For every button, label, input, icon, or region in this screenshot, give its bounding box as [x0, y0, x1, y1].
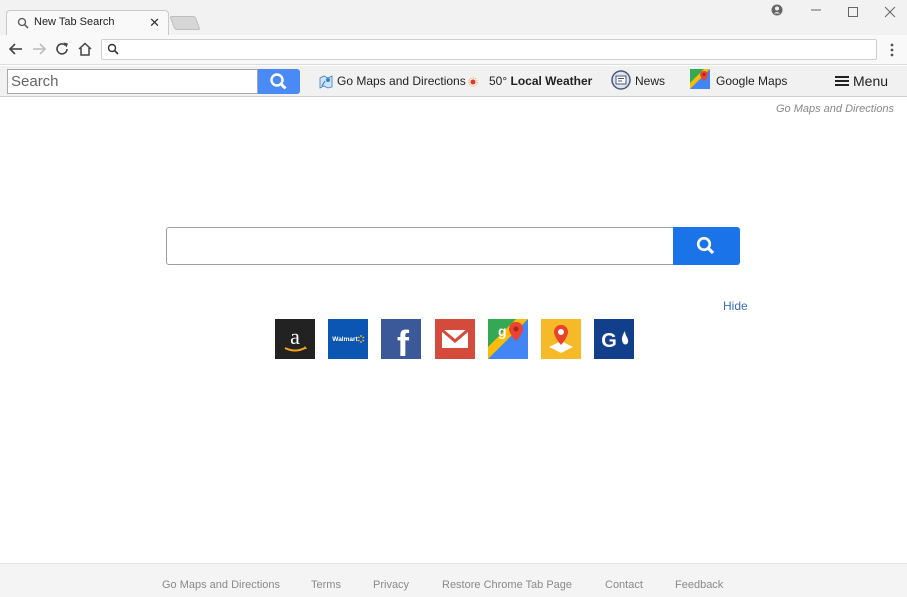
search-icon — [270, 73, 287, 90]
gmail-icon — [441, 328, 469, 348]
back-icon[interactable] — [7, 40, 25, 58]
browser-navbar — [0, 35, 907, 65]
directions-icon — [549, 325, 573, 353]
tile-walmart[interactable]: Walmart — [328, 319, 368, 359]
search-icon — [696, 236, 715, 255]
toolbar-search-input[interactable] — [7, 69, 258, 94]
svg-text:g: g — [498, 323, 507, 339]
tile-g-app[interactable]: G — [594, 319, 634, 359]
tab-close-button[interactable]: ✕ — [149, 15, 160, 31]
maps-directions-label: Go Maps and Directions — [337, 74, 466, 88]
walmart-text: Walmart — [332, 336, 358, 343]
tab-title: New Tab Search — [34, 16, 115, 28]
browser-menu-icon[interactable] — [884, 41, 900, 59]
weather-label: Local Weather — [510, 74, 593, 88]
g-app-text: G — [601, 330, 617, 352]
facebook-icon: f — [397, 323, 410, 364]
news-icon — [611, 70, 631, 90]
main-search-input[interactable] — [166, 227, 674, 265]
footer-link-contact[interactable]: Contact — [605, 579, 643, 591]
facebook-text: f — [397, 323, 410, 359]
search-icon — [17, 17, 29, 29]
reload-icon[interactable] — [53, 40, 71, 58]
toolbar-search-button[interactable] — [258, 69, 300, 94]
footer-link-terms[interactable]: Terms — [311, 579, 341, 591]
browser-tab[interactable]: New Tab Search ✕ — [6, 10, 169, 36]
profile-icon[interactable] — [767, 2, 787, 22]
browser-titlebar: New Tab Search ✕ — [0, 0, 907, 36]
weather-icon — [468, 77, 478, 87]
minimize-icon[interactable] — [806, 0, 826, 20]
amazon-icon: a — [284, 324, 307, 352]
hide-tiles-link[interactable]: Hide — [723, 299, 748, 313]
tile-maps-directions[interactable] — [541, 319, 581, 359]
svg-text:a: a — [290, 324, 300, 349]
window-close-icon[interactable] — [880, 2, 900, 22]
new-tab-button[interactable] — [169, 16, 201, 30]
directions-map-icon — [319, 75, 333, 89]
hamburger-icon — [835, 76, 849, 87]
extension-toolbar: Go Maps and Directions 50° Local Weather… — [0, 66, 907, 97]
footer: Go Maps and Directions Terms Privacy Res… — [0, 563, 907, 597]
maximize-icon[interactable] — [843, 2, 863, 22]
g-app-icon: G — [601, 330, 629, 352]
search-icon — [107, 43, 119, 55]
footer-link-feedback[interactable]: Feedback — [675, 579, 723, 591]
toolbar-maps-directions-link[interactable]: Go Maps and Directions — [319, 74, 466, 89]
footer-link-restore-tab[interactable]: Restore Chrome Tab Page — [442, 579, 572, 591]
brand-link[interactable]: Go Maps and Directions — [776, 103, 894, 115]
google-maps-icon — [690, 69, 710, 90]
tile-google-maps[interactable]: g — [488, 319, 528, 359]
tile-amazon[interactable]: a — [275, 319, 315, 359]
google-maps-icon: g — [488, 319, 528, 359]
google-maps-label: Google Maps — [716, 74, 788, 88]
tile-gmail[interactable] — [435, 319, 475, 359]
main-search-button[interactable] — [673, 227, 740, 265]
toolbar-menu-button[interactable]: Menu — [835, 73, 888, 89]
walmart-icon: Walmart — [332, 335, 365, 343]
toolbar-news-link[interactable]: News — [611, 70, 666, 90]
menu-label: Menu — [853, 73, 889, 89]
news-label: News — [635, 74, 666, 89]
weather-temp: 50° — [489, 74, 508, 88]
toolbar-weather-link[interactable]: 50° Local Weather — [467, 74, 592, 88]
footer-link-go-maps[interactable]: Go Maps and Directions — [162, 579, 280, 591]
toolbar-google-maps-link[interactable]: Google Maps — [690, 69, 788, 90]
footer-link-privacy[interactable]: Privacy — [373, 579, 409, 591]
address-bar[interactable] — [101, 39, 877, 60]
home-icon[interactable] — [76, 40, 94, 58]
tile-facebook[interactable]: f — [381, 319, 421, 364]
forward-icon[interactable] — [30, 40, 48, 58]
